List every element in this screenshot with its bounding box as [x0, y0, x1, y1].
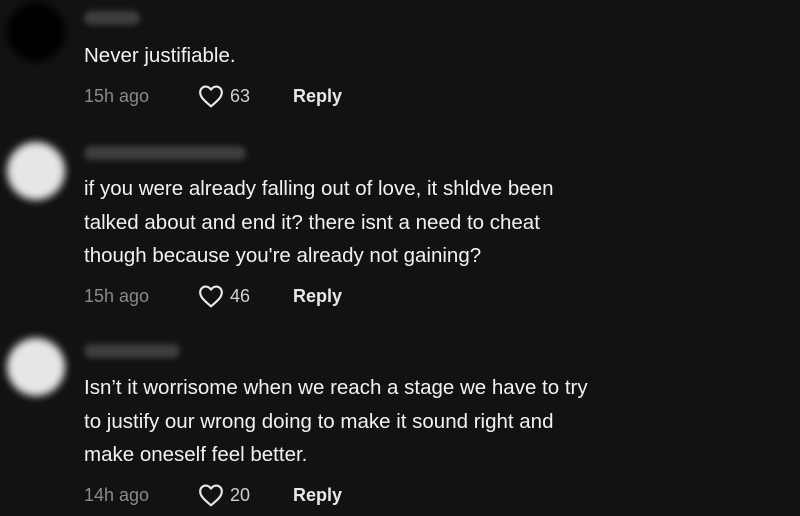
- comment-meta: 15h ago 63 Reply: [84, 83, 404, 109]
- comment-list: Never justifiable. 15h ago 63 Reply if y…: [0, 0, 800, 516]
- like-count: 20: [230, 485, 251, 505]
- comment-text-line: talked about and end it? there isnt a ne…: [84, 210, 540, 234]
- comment-text-line: though because you're already not gainin…: [84, 244, 482, 267]
- username-blurred[interactable]: [84, 146, 246, 160]
- timestamp: 15h ago: [84, 286, 150, 306]
- comment-meta: 15h ago 46 Reply: [84, 283, 404, 309]
- timestamp: 14h ago: [84, 485, 150, 505]
- comment-text: Isn’t it worrisome when we reach a stage…: [84, 371, 684, 472]
- reply-button[interactable]: Reply: [293, 83, 342, 109]
- reply-button[interactable]: Reply: [293, 283, 342, 309]
- comment-text: Never justifiable.: [84, 39, 684, 73]
- comment-text-line: Isn’t it worrisome when we reach a stage…: [84, 376, 588, 399]
- timestamp: 15h ago: [84, 86, 150, 106]
- username-blurred[interactable]: [84, 344, 180, 358]
- heart-outline-icon: [199, 484, 223, 507]
- comment-text-line: make oneself feel better.: [84, 443, 308, 466]
- like-count: 46: [230, 286, 251, 306]
- comment-text-line: to justify our wrong doing to make it so…: [84, 409, 554, 433]
- username-blurred[interactable]: [84, 11, 140, 25]
- comment-text-line: if you were already falling out of love,…: [84, 177, 554, 200]
- comment-meta: 14h ago 20 Reply: [84, 482, 404, 508]
- like-count: 63: [230, 86, 251, 106]
- avatar[interactable]: [7, 142, 65, 200]
- like-button[interactable]: 20: [198, 482, 250, 508]
- heart-outline-icon: [199, 85, 223, 108]
- avatar[interactable]: [7, 338, 65, 396]
- avatar[interactable]: [7, 3, 65, 61]
- comment-text: if you were already falling out of love,…: [84, 172, 684, 273]
- like-button[interactable]: 63: [198, 83, 250, 109]
- heart-outline-icon: [199, 285, 223, 308]
- reply-button[interactable]: Reply: [293, 482, 342, 508]
- like-button[interactable]: 46: [198, 283, 250, 309]
- comment-text-line: Never justifiable.: [84, 44, 236, 67]
